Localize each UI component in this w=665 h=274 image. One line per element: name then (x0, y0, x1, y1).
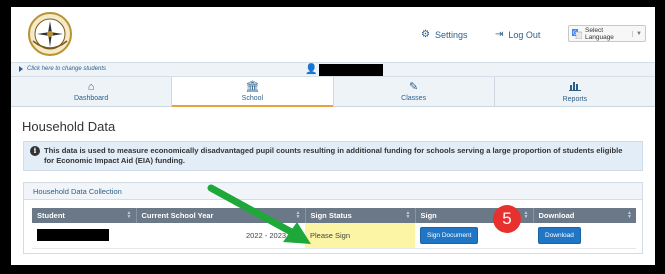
google-translate-icon: G (572, 28, 583, 39)
school-building-icon: 🏛 (245, 81, 260, 93)
nav-school[interactable]: 🏛 School (172, 77, 334, 107)
household-data-table: Student ▲ ▼ Current School Year ▲ ▼ Sign S… (32, 208, 636, 249)
header: ⚙ Settings ⇥ Log Out G Select Language ▼ (11, 7, 655, 62)
pencil-icon: ✎ (409, 81, 419, 93)
redacted-student-name (37, 229, 109, 242)
caret-right-icon (19, 66, 23, 72)
info-text: This data is used to measure economicall… (44, 146, 623, 165)
nav-classes[interactable]: ✎ Classes (334, 77, 495, 106)
svg-text:G: G (573, 30, 577, 36)
step-number-badge: 5 (493, 205, 521, 233)
sort-icon: ▲ ▼ (627, 210, 632, 220)
nav-label: School (241, 95, 264, 102)
nav-label: Classes (401, 95, 427, 102)
settings-link[interactable]: ⚙ Settings (421, 29, 468, 40)
nav-label: Dashboard (74, 95, 109, 102)
page-title: Household Data (22, 119, 116, 134)
sort-icon: ▲ ▼ (523, 210, 529, 220)
download-button[interactable]: Download (538, 226, 581, 244)
change-student-link[interactable]: Click here to change students (19, 66, 106, 72)
download-cell: Download (533, 223, 636, 249)
panel-title: Household Data Collection (24, 183, 642, 200)
user-icon: 👤 (305, 64, 318, 75)
language-label: Select Language (585, 26, 614, 41)
logout-link[interactable]: ⇥ Log Out (495, 29, 540, 40)
household-data-panel: Household Data Collection Student ▲ ▼ Cur… (23, 182, 643, 254)
change-student-label: Click here to change students (27, 66, 107, 72)
nav-reports[interactable]: Reports (495, 77, 655, 106)
gear-icon: ⚙ (421, 29, 430, 40)
nav-label: Reports (562, 96, 588, 103)
column-header-download[interactable]: Download ▲ ▼ (533, 208, 636, 223)
nav-dashboard[interactable]: ⌂ Dashboard (11, 77, 173, 106)
bar-chart-icon (568, 80, 581, 94)
redacted-student-name (319, 64, 383, 76)
student-bar: Click here to change students 👤 (11, 62, 655, 77)
sign-out-icon: ⇥ (495, 29, 504, 40)
info-icon: i (30, 146, 40, 156)
chevron-down-icon: ▼ (632, 30, 642, 37)
settings-label: Settings (434, 29, 468, 40)
select-language-dropdown[interactable]: G Select Language ▼ (568, 25, 646, 42)
green-arrow-annotation (207, 184, 311, 244)
student-cell (32, 223, 136, 249)
home-icon: ⌂ (87, 81, 95, 93)
logout-label: Log Out (508, 29, 541, 40)
sign-document-button[interactable]: Sign Document (420, 226, 479, 244)
table-row: 2022 - 2023 Please Sign Sign Document Do… (32, 223, 636, 249)
school-logo[interactable] (25, 11, 75, 57)
sort-icon: ▲ ▼ (126, 210, 132, 220)
sort-icon: ▲ ▼ (405, 210, 411, 220)
main-nav: ⌂ Dashboard 🏛 School ✎ Classes Reports (11, 77, 655, 107)
app-frame: ⚙ Settings ⇥ Log Out G Select Language ▼… (11, 7, 655, 265)
column-header-student[interactable]: Student ▲ ▼ (32, 208, 137, 223)
info-banner: i This data is used to measure economica… (23, 141, 643, 171)
